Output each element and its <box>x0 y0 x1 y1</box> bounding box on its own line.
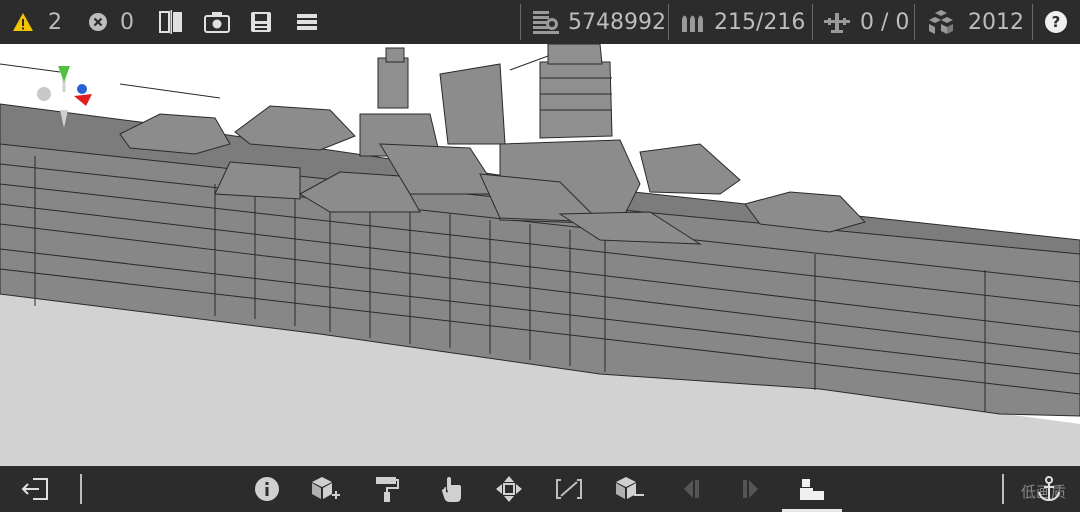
step-back-icon <box>684 480 699 498</box>
toolbar-divider <box>1032 4 1033 40</box>
help-button[interactable]: ? <box>1045 0 1067 44</box>
weight-icon <box>533 11 559 34</box>
airplane-icon <box>824 13 850 33</box>
warning-icon <box>13 13 33 31</box>
toolbar-divider <box>1002 474 1004 504</box>
camera-icon <box>204 12 230 33</box>
scale-button[interactable] <box>554 474 584 504</box>
displacement-value: 5748992 <box>568 9 666 35</box>
ship-parts-icon <box>800 479 824 500</box>
paint-button[interactable] <box>372 474 402 504</box>
year-value: 2012 <box>968 9 1024 35</box>
info-icon <box>255 477 279 501</box>
paint-roller-icon <box>376 477 399 502</box>
exit-button[interactable] <box>20 474 50 504</box>
anchor-icon <box>1038 476 1060 502</box>
move-button[interactable] <box>494 474 524 504</box>
help-icon: ? <box>1045 11 1067 33</box>
warnings-count: 2 <box>48 9 62 35</box>
toolbar-divider <box>914 4 915 40</box>
parts-icon <box>929 10 953 34</box>
displacement-stat: 5748992 <box>532 0 666 44</box>
exit-icon <box>21 478 48 500</box>
mirror-button[interactable] <box>158 0 184 44</box>
screenshot-button[interactable] <box>204 0 230 44</box>
menu-icon <box>297 14 317 30</box>
bottom-toolbar: 低画质 <box>0 466 1080 512</box>
error-circle-icon <box>89 13 107 31</box>
3d-viewport[interactable] <box>0 44 1080 466</box>
select-button[interactable] <box>436 474 466 504</box>
toolbar-divider <box>668 4 669 40</box>
mirror-icon <box>159 10 182 34</box>
errors-indicator[interactable]: 0 <box>88 0 134 44</box>
toolbar-divider <box>812 4 813 40</box>
ship-model-render <box>0 44 1080 466</box>
ammo-stat: 215/216 <box>680 0 805 44</box>
save-button[interactable] <box>250 0 272 44</box>
errors-count: 0 <box>120 9 134 35</box>
move-arrows-icon <box>496 476 522 502</box>
anchor-button[interactable] <box>1034 474 1064 504</box>
year-stat: 2012 <box>926 0 1024 44</box>
step-forward-icon <box>743 480 758 498</box>
top-toolbar: 2 0 5748992 215/216 0 / 0 2012 ? <box>0 0 1080 44</box>
info-button[interactable] <box>252 474 282 504</box>
remove-cube-icon <box>616 477 644 499</box>
save-icon <box>251 12 271 32</box>
aircraft-value: 0 / 0 <box>860 9 910 35</box>
hand-pointer-icon <box>442 477 461 502</box>
remove-part-button[interactable] <box>614 474 644 504</box>
add-part-button[interactable] <box>310 474 340 504</box>
ship-parts-button[interactable] <box>797 474 827 504</box>
aircraft-stat: 0 / 0 <box>822 0 909 44</box>
ammo-icon <box>682 15 703 32</box>
previous-button[interactable] <box>676 474 706 504</box>
add-cube-icon <box>312 477 340 499</box>
warnings-indicator[interactable]: 2 <box>12 0 62 44</box>
toolbar-divider <box>520 4 521 40</box>
menu-button[interactable] <box>296 0 318 44</box>
toolbar-divider <box>80 474 82 504</box>
scale-icon <box>556 479 582 499</box>
ammo-value: 215/216 <box>714 9 806 35</box>
next-button[interactable] <box>736 474 766 504</box>
